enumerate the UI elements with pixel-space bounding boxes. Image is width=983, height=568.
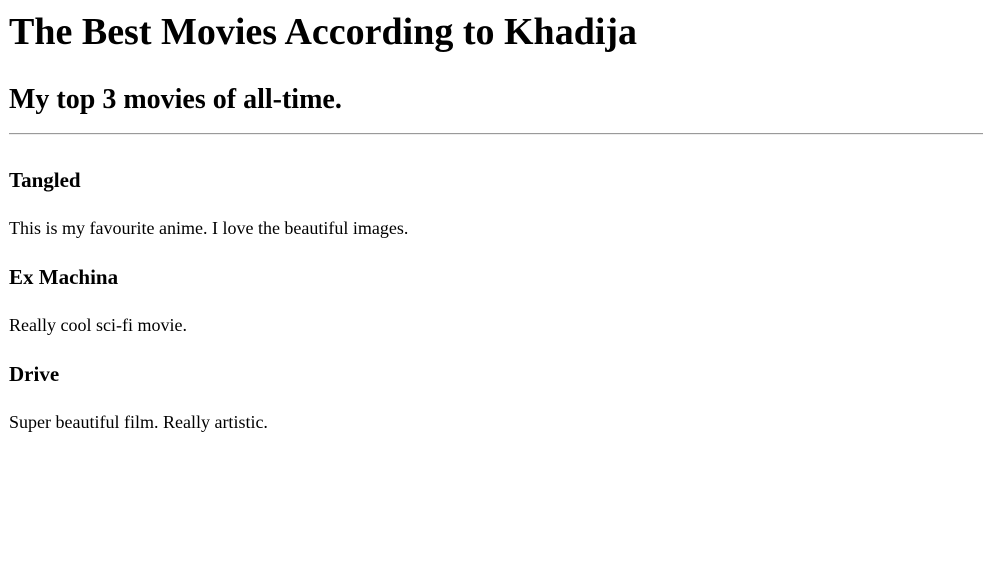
movie-description-ex-machina: Really cool sci-fi movie. bbox=[9, 315, 187, 335]
page-title: The Best Movies According to Khadija bbox=[9, 11, 638, 53]
movie-description-tangled: This is my favourite anime. I love the b… bbox=[9, 218, 409, 238]
page-subtitle: My top 3 movies of all-time. bbox=[9, 84, 342, 115]
movie-title-ex-machina: Ex Machina bbox=[9, 265, 119, 289]
movie-title-drive: Drive bbox=[9, 362, 60, 386]
movie-description-drive: Super beautiful film. Really artistic. bbox=[9, 412, 268, 432]
divider bbox=[9, 133, 983, 135]
movie-title-tangled: Tangled bbox=[9, 168, 81, 192]
